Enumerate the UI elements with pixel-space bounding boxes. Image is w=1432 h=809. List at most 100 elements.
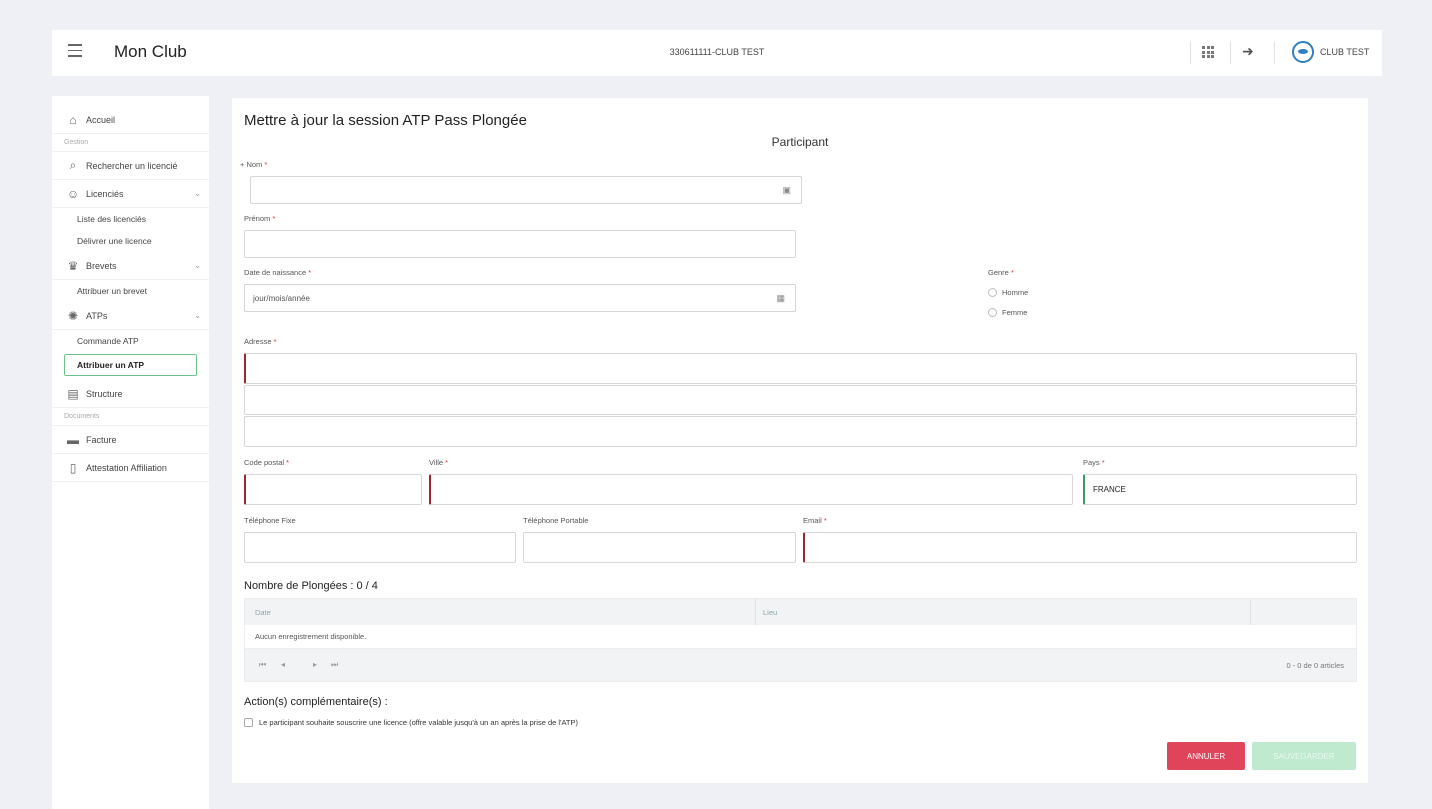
sidebar: ⌂ Accueil Gestion ⌕ Rechercher un licenc…	[52, 96, 209, 809]
sidebar-item-label: Licenciés	[86, 188, 124, 199]
users-icon: ☺	[66, 186, 80, 201]
prev-page-icon[interactable]: ◂	[281, 660, 285, 669]
sidebar-item-label: Brevets	[86, 260, 117, 271]
nom-input[interactable]: ▣	[250, 176, 802, 204]
genre-femme-radio[interactable]: Femme	[988, 308, 1027, 317]
sidebar-subitem-licence-deliver[interactable]: Délivrer une licence	[52, 230, 209, 252]
sidebar-subitem-atp-assign[interactable]: Attribuer un ATP	[64, 354, 197, 376]
adresse-line2-input[interactable]	[244, 385, 1357, 415]
licence-option-label: Le participant souhaite souscrire une li…	[259, 718, 579, 727]
club-id: 330611111-CLUB TEST	[669, 47, 765, 57]
required-mark: *	[273, 337, 277, 346]
table-pager: ⏮ ◂ ▸ ⏭ 0 - 0 de 0 articles	[245, 649, 1356, 681]
club-logo[interactable]	[1292, 41, 1314, 63]
naissance-placeholder: jour/mois/année	[253, 293, 310, 303]
cancel-button[interactable]: ANNULER	[1167, 742, 1245, 770]
sidebar-subitem-licences-list[interactable]: Liste des licenciés	[52, 208, 209, 230]
naissance-input[interactable]: jour/mois/année ▦	[244, 284, 796, 312]
tel-portable-label: Téléphone Portable	[523, 516, 589, 525]
sidebar-item-label: Rechercher un licencié	[86, 160, 178, 171]
sidebar-subitem-brevet-assign[interactable]: Attribuer un brevet	[52, 280, 209, 302]
pays-label-text: Pays	[1083, 458, 1100, 467]
checkbox-box[interactable]	[244, 718, 253, 727]
save-button[interactable]: SAUVEGARDER	[1252, 742, 1356, 770]
naissance-label-text: Date de naissance	[244, 268, 307, 277]
sidebar-item-attestation[interactable]: ▯ Attestation Affiliation	[52, 454, 209, 482]
adresse-line3-input[interactable]	[244, 416, 1357, 447]
required-mark: *	[308, 268, 312, 277]
naissance-label: Date de naissance *	[244, 268, 311, 277]
actions-title: Action(s) complémentaire(s) :	[244, 696, 388, 708]
sidebar-item-accueil[interactable]: ⌂ Accueil	[52, 106, 209, 134]
required-mark: *	[823, 516, 827, 525]
id-card-icon[interactable]: ▣	[782, 185, 791, 196]
apps-grid-icon[interactable]	[1202, 46, 1214, 58]
adresse-label-text: Adresse	[244, 337, 272, 346]
required-mark: *	[445, 458, 449, 467]
dives-title: Nombre de Plongées : 0 / 4	[244, 580, 378, 592]
section-title: Participant	[771, 135, 829, 149]
pays-value: FRANCE	[1093, 485, 1126, 494]
divider	[1190, 42, 1191, 64]
calendar-icon[interactable]: ▦	[776, 293, 785, 304]
chevron-down-icon: ⌄	[194, 189, 201, 198]
table-header: Date Lieu	[245, 599, 1356, 625]
column-divider	[1250, 599, 1251, 625]
prenom-label-text: Prénom	[244, 214, 271, 223]
sidebar-item-structure[interactable]: ▤ Structure	[52, 380, 209, 408]
next-page-icon[interactable]: ▸	[313, 660, 317, 669]
logout-icon[interactable]: ➜	[1242, 43, 1254, 60]
folder-icon: ▬	[67, 432, 79, 447]
required-mark: *	[264, 160, 268, 169]
home-icon: ⌂	[69, 112, 77, 127]
genre-homme-radio[interactable]: Homme	[988, 288, 1028, 297]
first-page-icon[interactable]: ⏮	[259, 660, 266, 670]
required-mark: *	[1101, 458, 1105, 467]
ville-input[interactable]	[429, 474, 1073, 505]
sidebar-section-documents: Documents	[52, 408, 209, 426]
column-header-date[interactable]: Date	[255, 608, 271, 617]
required-mark: *	[272, 214, 276, 223]
sidebar-item-brevets[interactable]: ♛ Brevets ⌄	[52, 252, 209, 280]
last-page-icon[interactable]: ⏭	[331, 660, 338, 670]
sidebar-section-gestion: Gestion	[52, 134, 209, 152]
radio-dot[interactable]	[988, 288, 997, 297]
sidebar-item-facture[interactable]: ▬ Facture	[52, 426, 209, 454]
genre-label: Genre *	[988, 268, 1014, 277]
prenom-input[interactable]	[244, 230, 796, 258]
sidebar-item-atps[interactable]: ✺ ATPs ⌄	[52, 302, 209, 330]
code-postal-input[interactable]	[244, 474, 422, 505]
tel-fixe-input[interactable]	[244, 532, 516, 563]
radio-dot[interactable]	[988, 308, 997, 317]
column-header-lieu[interactable]: Lieu	[763, 608, 777, 617]
chevron-down-icon: ⌄	[194, 261, 201, 270]
code-postal-label: Code postal *	[244, 458, 289, 467]
divider	[1274, 42, 1275, 64]
pays-select[interactable]: FRANCE	[1083, 474, 1357, 505]
adresse-line1-input[interactable]	[244, 353, 1357, 384]
building-icon: ▤	[67, 386, 79, 401]
club-name[interactable]: CLUB TEST	[1320, 47, 1369, 57]
page-title: Mettre à jour la session ATP Pass Plongé…	[244, 112, 527, 129]
sidebar-item-label: Attestation Affiliation	[86, 462, 167, 473]
genre-femme-label: Femme	[1002, 308, 1028, 317]
sidebar-item-search[interactable]: ⌕ Rechercher un licencié	[52, 152, 209, 180]
email-label: Email *	[803, 516, 827, 525]
nom-label: + Nom *	[240, 160, 267, 169]
licence-option-checkbox[interactable]: Le participant souhaite souscrire une li…	[244, 718, 578, 727]
trophy-icon: ♛	[67, 258, 79, 273]
ville-label: Ville *	[429, 458, 448, 467]
gear-icon: ✺	[67, 308, 79, 323]
required-mark: *	[286, 458, 290, 467]
pager-info: 0 - 0 de 0 articles	[1286, 661, 1344, 670]
sidebar-item-label: ATPs	[86, 310, 108, 321]
adresse-label: Adresse *	[244, 337, 277, 346]
prenom-label: Prénom *	[244, 214, 275, 223]
divider	[1230, 42, 1231, 64]
sidebar-subitem-atp-order[interactable]: Commande ATP	[52, 330, 209, 352]
top-header: Mon Club 330611111-CLUB TEST ➜ CLUB TEST	[52, 30, 1382, 76]
email-input[interactable]	[803, 532, 1357, 563]
sidebar-item-licences[interactable]: ☺ Licenciés ⌄	[52, 180, 209, 208]
sidebar-item-label: Accueil	[86, 114, 116, 125]
tel-portable-input[interactable]	[523, 532, 796, 563]
